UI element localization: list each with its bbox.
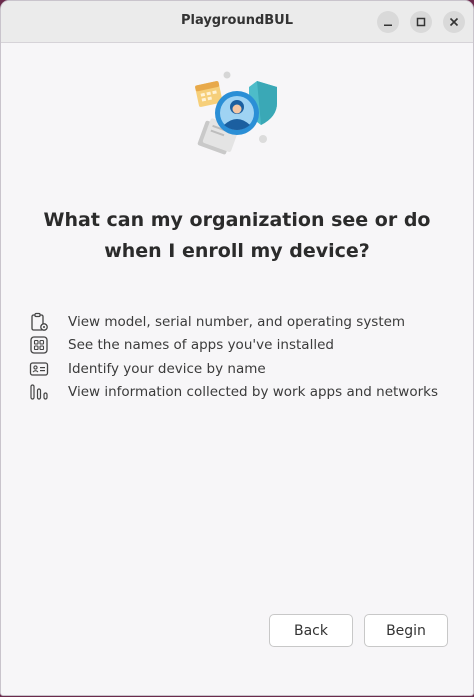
begin-button[interactable]: Begin xyxy=(364,614,448,647)
heading-line-2: when I enroll my device? xyxy=(104,240,370,262)
list-item: View information collected by work apps … xyxy=(28,381,458,405)
clipboard-gear-icon xyxy=(28,312,50,332)
heading-line-1: What can my organization see or do xyxy=(43,209,431,231)
list-item-label: View model, serial number, and operating… xyxy=(68,313,406,330)
list-item-label: See the names of apps you've installed xyxy=(68,337,334,354)
minimize-button[interactable] xyxy=(377,11,399,33)
network-bars-icon xyxy=(28,382,50,402)
list-item-label: View information collected by work apps … xyxy=(68,384,438,401)
maximize-icon xyxy=(416,17,426,27)
app-window: PlaygroundBUL What can my organization s… xyxy=(0,0,474,696)
page-heading: What can my organization see or do when … xyxy=(21,205,453,267)
id-card-icon xyxy=(28,359,50,379)
list-item-label: Identify your device by name xyxy=(68,360,266,377)
close-icon xyxy=(449,17,459,27)
close-button[interactable] xyxy=(443,11,465,33)
list-item: View model, serial number, and operating… xyxy=(28,310,458,334)
permissions-list: View model, serial number, and operating… xyxy=(28,310,458,404)
maximize-button[interactable] xyxy=(410,11,432,33)
enrollment-illustration xyxy=(195,71,277,155)
apps-grid-icon xyxy=(28,335,50,355)
window-title: PlaygroundBUL xyxy=(180,13,294,28)
list-item: Identify your device by name xyxy=(28,357,458,381)
title-bar[interactable]: PlaygroundBUL xyxy=(1,1,473,43)
list-item: See the names of apps you've installed xyxy=(28,334,458,358)
back-button[interactable]: Back xyxy=(269,614,353,647)
minimize-icon xyxy=(384,24,392,26)
